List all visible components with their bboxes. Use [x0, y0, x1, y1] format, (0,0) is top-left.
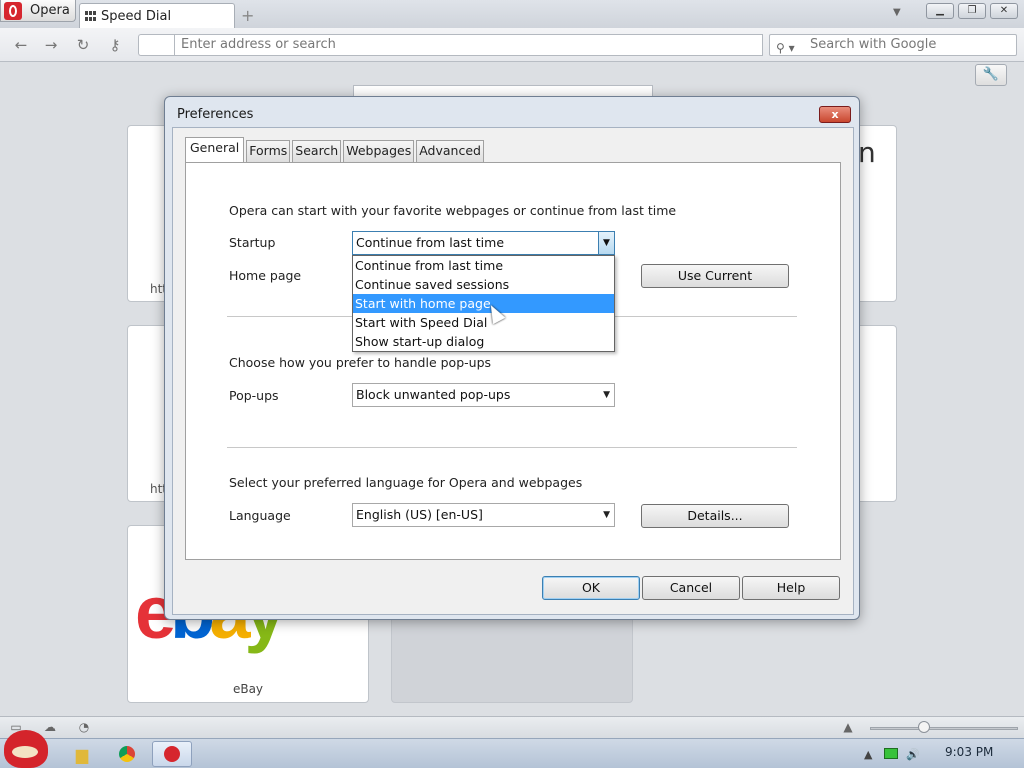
opera-taskbar-icon[interactable] — [152, 741, 192, 767]
opera-menu-button[interactable]: Opera — [0, 0, 76, 22]
key-icon[interactable]: ⚷ — [106, 36, 124, 54]
opera-menu-label: Opera — [30, 3, 70, 18]
tab-search[interactable]: Search — [292, 140, 342, 162]
language-label: Language — [229, 508, 291, 523]
popups-label: Pop-ups — [229, 388, 279, 403]
cancel-button[interactable]: Cancel — [642, 576, 740, 600]
site-info-button[interactable] — [138, 34, 176, 56]
new-tab-button[interactable]: + — [241, 6, 254, 25]
divider — [227, 447, 797, 448]
zoom-slider[interactable] — [870, 727, 1018, 730]
search-placeholder: Search with Google — [810, 37, 937, 52]
help-button[interactable]: Help — [742, 576, 840, 600]
tile-caption: eBay — [232, 682, 264, 696]
dropdown-arrow-icon[interactable]: ▼ — [598, 232, 614, 254]
navigation-bar: ← → ↻ ⚷ Enter address or search ⚲ ▾ Sear… — [0, 28, 1024, 62]
reload-icon[interactable]: ↻ — [74, 36, 92, 54]
opera-logo-icon — [4, 1, 22, 20]
tab-advanced[interactable]: Advanced — [416, 140, 484, 162]
tab-bar: Opera Speed Dial + ▼ ▁ ❐ ✕ — [0, 0, 1024, 28]
volume-icon[interactable]: 🔊 — [906, 748, 920, 761]
clock[interactable]: 9:03 PM — [945, 745, 993, 759]
address-input[interactable]: Enter address or search — [174, 34, 763, 56]
tab-general[interactable]: General — [185, 137, 245, 162]
startup-option-highlighted[interactable]: Start with home page — [353, 294, 614, 313]
startup-dropdown-list: Continue from last time Continue saved s… — [352, 255, 615, 352]
speed-dial-add-tile[interactable] — [391, 610, 633, 703]
language-intro-text: Select your preferred language for Opera… — [229, 475, 583, 490]
dialog-body: General Forms Search Webpages Advanced — [172, 127, 854, 615]
startup-option[interactable]: Continue from last time — [353, 256, 614, 275]
startup-option[interactable]: Continue saved sessions — [353, 275, 614, 294]
dropdown-arrow-icon: ▼ — [603, 390, 610, 400]
startup-label: Startup — [229, 235, 276, 250]
scroll-up-icon[interactable]: ▲ — [840, 720, 856, 734]
zoom-slider-handle[interactable] — [918, 721, 930, 733]
search-input[interactable]: ⚲ ▾ Search with Google — [769, 34, 1017, 56]
opera-unite-icon[interactable]: ☁ — [42, 720, 58, 734]
startup-select[interactable]: Continue from last time ▼ — [352, 231, 615, 255]
explorer-taskbar-icon[interactable]: ▆ — [62, 741, 102, 767]
ok-button[interactable]: OK — [542, 576, 640, 600]
tab-forms[interactable]: Forms — [246, 140, 291, 162]
startup-select-value: Continue from last time — [356, 235, 505, 250]
use-current-button[interactable]: Use Current — [641, 264, 789, 288]
popups-intro-text: Choose how you prefer to handle pop-ups — [229, 355, 492, 370]
tile-logo-fragment: n — [858, 136, 876, 169]
startup-option[interactable]: Show start-up dialog — [353, 332, 614, 351]
status-bar: ▭ ☁ ◔ ▲ — [0, 716, 1024, 738]
details-button[interactable]: Details... — [641, 504, 789, 528]
restore-button[interactable]: ❐ — [958, 3, 986, 19]
language-select-value: English (US) [en-US] — [356, 507, 483, 522]
language-select[interactable]: English (US) [en-US] ▼ — [352, 503, 615, 527]
dropdown-arrow-icon: ▼ — [603, 510, 610, 520]
tab-list-chevron-icon[interactable]: ▼ — [893, 7, 901, 18]
tab-title: Speed Dial — [101, 8, 172, 24]
dialog-close-button[interactable]: x — [819, 106, 851, 123]
turbo-icon[interactable]: ◔ — [76, 720, 92, 734]
window-close-button[interactable]: ✕ — [990, 3, 1018, 19]
taskbar: ▆ ▲ 🔊 9:03 PM — [0, 738, 1024, 768]
popups-select-value: Block unwanted pop-ups — [356, 387, 511, 402]
preferences-tabs: General Forms Search Webpages Advanced — [185, 137, 486, 162]
tab-webpages[interactable]: Webpages — [343, 140, 415, 162]
search-icon: ⚲ ▾ — [776, 41, 795, 55]
network-icon[interactable] — [884, 748, 898, 759]
popups-select[interactable]: Block unwanted pop-ups ▼ — [352, 383, 615, 407]
wrench-icon[interactable]: 🔧 — [975, 64, 1007, 86]
minimize-button[interactable]: ▁ — [926, 3, 954, 19]
tab-speed-dial[interactable]: Speed Dial — [79, 3, 235, 28]
dialog-title: Preferences — [177, 107, 254, 122]
back-icon[interactable]: ← — [12, 36, 30, 54]
angry-birds-taskbar-icon[interactable] — [4, 730, 48, 768]
speed-dial-icon — [85, 11, 97, 21]
tray-expand-icon[interactable]: ▲ — [864, 748, 872, 761]
startup-intro-text: Opera can start with your favorite webpa… — [229, 203, 677, 218]
startup-option[interactable]: Start with Speed Dial — [353, 313, 614, 332]
forward-icon[interactable]: → — [42, 36, 60, 54]
homepage-label: Home page — [229, 268, 302, 283]
chrome-taskbar-icon[interactable] — [107, 741, 147, 767]
